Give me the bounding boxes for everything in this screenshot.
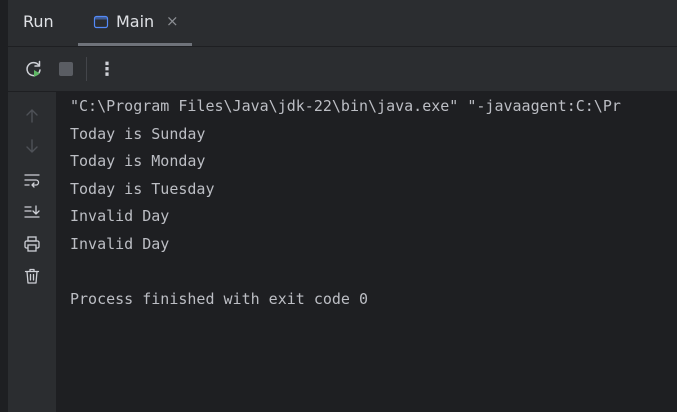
trash-icon xyxy=(24,268,40,284)
console-line: Today is Sunday xyxy=(70,125,206,143)
active-tab-indicator xyxy=(78,43,192,46)
soft-wrap-icon xyxy=(24,174,40,188)
previous-occurrence-button[interactable] xyxy=(20,104,44,128)
tab-main[interactable]: Main × xyxy=(78,0,192,46)
rerun-button[interactable] xyxy=(22,57,46,81)
clear-all-button[interactable] xyxy=(20,264,44,288)
run-tab-bar: Run Main × xyxy=(8,0,677,47)
scroll-to-end-button[interactable] xyxy=(20,200,44,224)
stop-icon xyxy=(59,62,73,76)
console-side-toolbar xyxy=(8,92,56,412)
run-toolbar: ⋮ xyxy=(8,47,677,92)
print-button[interactable] xyxy=(20,232,44,256)
close-icon[interactable]: × xyxy=(166,12,179,30)
stop-button[interactable] xyxy=(54,57,78,81)
console-line: Invalid Day xyxy=(70,235,170,253)
scroll-to-end-icon xyxy=(24,205,40,218)
rerun-icon xyxy=(26,60,41,77)
console-line: Invalid Day xyxy=(70,207,170,225)
console-line-command: "C:\Program Files\Java\jdk-22\bin\java.e… xyxy=(70,97,621,115)
console-line: Today is Tuesday xyxy=(70,180,215,198)
console-line: Today is Monday xyxy=(70,152,206,170)
soft-wrap-button[interactable] xyxy=(20,168,44,192)
toolbar-separator xyxy=(86,57,87,81)
next-occurrence-button[interactable] xyxy=(20,134,44,158)
console-line-exit-status: Process finished with exit code 0 xyxy=(70,290,369,308)
more-vertical-icon: ⋮ xyxy=(98,58,116,80)
window-edge xyxy=(0,0,8,412)
tab-main-label: Main xyxy=(116,12,155,31)
more-actions-button[interactable]: ⋮ xyxy=(95,57,119,81)
run-panel-title: Run xyxy=(23,12,54,31)
application-config-icon xyxy=(93,14,109,30)
console-output[interactable]: "C:\Program Files\Java\jdk-22\bin\java.e… xyxy=(56,92,677,412)
run-tool-window: Run Main × ⋮ "C:\Program Files\Java\jdk-… xyxy=(0,0,677,412)
print-icon xyxy=(24,236,40,252)
arrow-up-icon xyxy=(26,109,38,123)
arrow-down-icon xyxy=(26,139,38,153)
